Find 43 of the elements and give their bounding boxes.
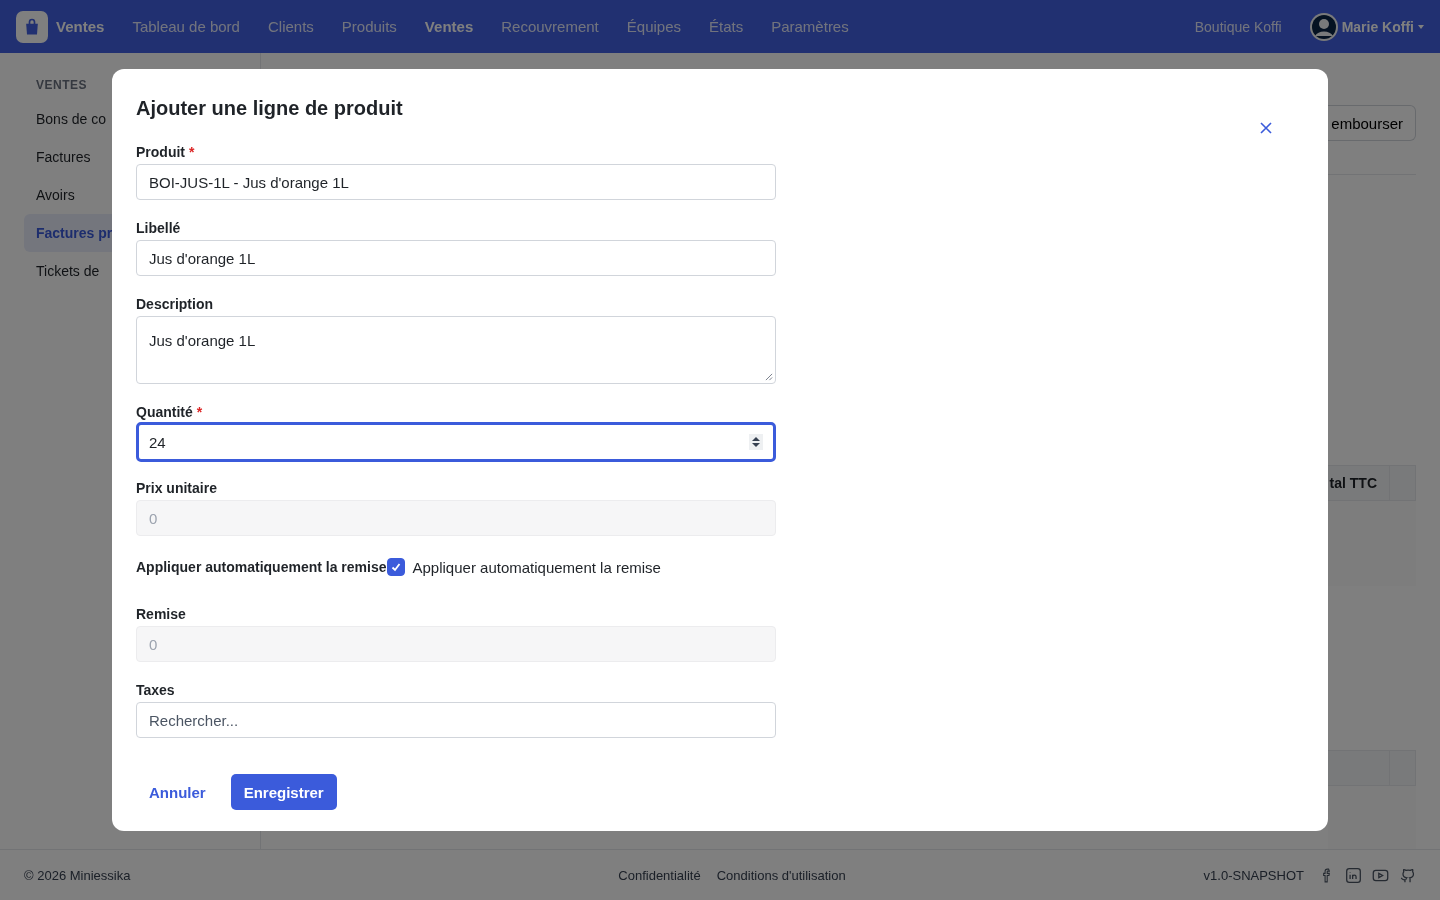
text-area[interactable]: Jus d'orange 1L bbox=[136, 316, 776, 384]
check-icon bbox=[389, 561, 402, 573]
field-label: Prix unitaire bbox=[136, 480, 217, 496]
field-label: Description bbox=[136, 296, 213, 312]
nav-link[interactable]: États bbox=[695, 18, 758, 35]
cancel-button[interactable]: Annuler bbox=[136, 774, 219, 810]
cat-icon bbox=[1399, 866, 1416, 884]
nav-link[interactable]: Produits bbox=[327, 18, 411, 35]
resize-handle-icon bbox=[765, 373, 773, 381]
app-name: Ventes bbox=[56, 18, 105, 35]
save-button[interactable]: Enregistrer bbox=[230, 774, 337, 810]
nav-link[interactable]: Ventes bbox=[410, 18, 488, 35]
field-label: Taxes bbox=[136, 682, 175, 698]
version-label: v1.0-SNAPSHOT bbox=[1203, 867, 1304, 883]
avatar-icon bbox=[1309, 12, 1338, 41]
field-label: Quantité * bbox=[136, 404, 203, 420]
nav-link[interactable]: Recouvrement bbox=[487, 18, 613, 35]
nav-link[interactable]: Paramètres bbox=[757, 18, 863, 35]
field-label: Appliquer automatiquement la remise bbox=[136, 559, 387, 575]
field-label: Libellé bbox=[136, 220, 181, 236]
sidebar-heading: VENTES bbox=[35, 77, 88, 94]
field-label: Produit * bbox=[136, 144, 195, 160]
refund-button[interactable]: embourser bbox=[1328, 105, 1416, 141]
spinner-icon bbox=[749, 434, 763, 450]
input-field[interactable]: Jus d'orange 1L bbox=[136, 240, 776, 276]
nav-link[interactable]: Clients bbox=[253, 18, 328, 35]
copyright: © 2026 Miniessika bbox=[24, 867, 131, 883]
close-icon[interactable] bbox=[1260, 122, 1272, 134]
footer-link[interactable]: Conditions d'utilisation bbox=[716, 867, 846, 883]
number-field[interactable]: 24 bbox=[136, 422, 776, 462]
square-logo-icon bbox=[1345, 866, 1362, 884]
field-label: Remise bbox=[136, 606, 186, 622]
checkbox-label: Appliquer automatiquement la remise bbox=[412, 558, 661, 576]
shop-name[interactable]: Boutique Koffi bbox=[1194, 18, 1282, 35]
input-field[interactable]: BOI-JUS-1L - Jus d'orange 1L bbox=[136, 164, 776, 200]
dialog-title: Ajouter une ligne de produit bbox=[136, 97, 403, 120]
nav-link[interactable]: Tableau de bord bbox=[118, 18, 254, 35]
footer-link[interactable]: Confidentialité bbox=[618, 867, 701, 883]
shopping-bag-icon bbox=[16, 10, 48, 43]
caret-icon bbox=[1418, 24, 1424, 29]
nav-link[interactable]: Équipes bbox=[612, 18, 695, 35]
checkbox[interactable] bbox=[386, 558, 405, 576]
search-field[interactable]: Rechercher... bbox=[136, 702, 776, 738]
